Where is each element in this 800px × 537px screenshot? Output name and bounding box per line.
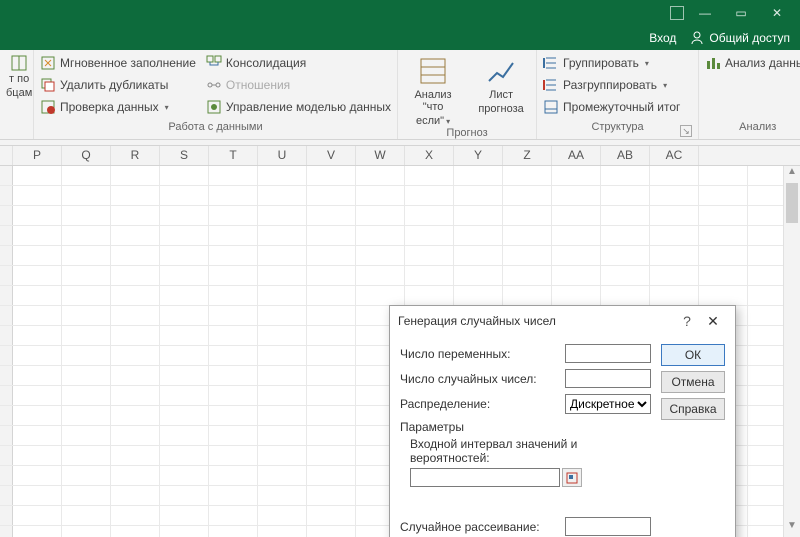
data-validation-icon [40, 99, 56, 115]
distribution-label: Распределение: [400, 397, 565, 411]
col-header[interactable]: Z [503, 146, 552, 165]
subtotal-icon [543, 99, 559, 115]
col-header[interactable]: Q [62, 146, 111, 165]
flash-fill-button[interactable]: Мгновенное заполнение [40, 52, 196, 74]
num-random-input[interactable] [565, 369, 651, 388]
ungroup-icon [543, 77, 559, 93]
login-link[interactable]: Вход [649, 31, 676, 45]
col-header[interactable]: AA [552, 146, 601, 165]
input-range-label: Входной интервал значений и вероятностей… [410, 437, 651, 465]
share-button[interactable]: Общий доступ [690, 31, 790, 45]
dropdown-icon: ▾ [165, 103, 169, 112]
cancel-button[interactable]: Отмена [661, 371, 725, 393]
ribbon: т побцам Мгновенное заполнение Удалить д… [0, 50, 800, 140]
remove-duplicates-button[interactable]: Удалить дубликаты [40, 74, 196, 96]
data-model-icon [206, 99, 222, 115]
num-random-label: Число случайных чисел: [400, 372, 565, 386]
flash-fill-icon [40, 55, 56, 71]
group-icon [543, 55, 559, 71]
col-header[interactable]: AC [650, 146, 699, 165]
distribution-select[interactable]: Дискретное [565, 394, 651, 414]
close-icon[interactable]: ✕ [699, 310, 727, 333]
vertical-scrollbar[interactable]: ▲ ▼ [783, 166, 800, 537]
group-caption: Анализ [739, 121, 776, 133]
consolidate-button[interactable]: Консолидация [206, 52, 391, 74]
col-header[interactable]: Y [454, 146, 503, 165]
col-header[interactable]: P [13, 146, 62, 165]
col-header[interactable]: T [209, 146, 258, 165]
col-header[interactable]: U [258, 146, 307, 165]
dialog-title: Генерация случайных чисел [398, 314, 675, 328]
columns-table-icon [11, 55, 27, 71]
manage-data-model-button[interactable]: Управление моделью данных [206, 96, 391, 118]
relationships-icon [206, 77, 222, 93]
help-button[interactable]: Справка [661, 398, 725, 420]
group-rows-button[interactable]: Группировать▾ [543, 52, 680, 74]
ok-button[interactable]: ОК [661, 344, 725, 366]
spreadsheet-grid[interactable]: // produce empty rows inline after JSON … [0, 166, 800, 537]
data-validation-button[interactable]: Проверка данных▾ [40, 96, 196, 118]
close-window-button[interactable]: ✕ [762, 2, 792, 24]
account-bar: Вход Общий доступ [0, 26, 800, 50]
whatif-analysis-button[interactable]: Анализ "чтоесли"▾ [404, 52, 462, 127]
data-analysis-button[interactable]: Анализ данных [705, 52, 800, 74]
col-header[interactable]: AB [601, 146, 650, 165]
forecast-sheet-button[interactable]: Листпрогноза [472, 52, 530, 127]
scroll-down-icon[interactable]: ▼ [784, 520, 800, 537]
col-header[interactable]: V [307, 146, 356, 165]
col-header[interactable]: X [405, 146, 454, 165]
col-header[interactable]: R [111, 146, 160, 165]
minimize-button[interactable]: — [690, 2, 720, 24]
grid-row[interactable] [0, 206, 800, 226]
dialog-titlebar[interactable]: Генерация случайных чисел ? ✕ [390, 306, 735, 336]
ribbon-display-options-icon[interactable] [670, 6, 684, 20]
grid-row[interactable] [0, 186, 800, 206]
num-variables-label: Число переменных: [400, 347, 565, 361]
input-range-input[interactable] [410, 468, 560, 487]
restore-button[interactable]: ▭ [726, 2, 756, 24]
forecast-icon [485, 55, 517, 87]
window-titlebar: — ▭ ✕ [0, 0, 800, 26]
seed-input[interactable] [565, 517, 651, 536]
seed-label: Случайное рассеивание: [400, 520, 565, 534]
grid-row[interactable] [0, 246, 800, 266]
col-header[interactable]: W [356, 146, 405, 165]
ungroup-rows-button[interactable]: Разгруппировать▾ [543, 74, 680, 96]
analysis-icon [705, 55, 721, 71]
dialog-launcher-icon[interactable]: ↘ [680, 125, 692, 137]
range-picker-icon[interactable] [562, 468, 582, 487]
grid-row[interactable] [0, 286, 800, 306]
person-icon [690, 31, 704, 45]
remove-duplicates-icon [40, 77, 56, 93]
consolidate-icon [206, 55, 222, 71]
random-number-generation-dialog: Генерация случайных чисел ? ✕ Число пере… [389, 305, 736, 537]
scroll-up-icon[interactable]: ▲ [784, 166, 800, 183]
subtotal-button[interactable]: Промежуточный итог [543, 96, 680, 118]
scroll-thumb[interactable] [786, 183, 798, 223]
column-headers: P Q R S T U V W X Y Z AA AB AC [0, 146, 800, 166]
relationships-button[interactable]: Отношения [206, 74, 391, 96]
group-caption: Работа с данными [168, 121, 262, 133]
grid-row[interactable] [0, 166, 800, 186]
whatif-icon [417, 55, 449, 87]
num-variables-input[interactable] [565, 344, 651, 363]
grid-row[interactable] [0, 226, 800, 246]
text-to-columns-button[interactable]: т побцам [6, 52, 32, 121]
parameters-heading: Параметры [400, 420, 651, 434]
group-caption: Структура [591, 121, 643, 133]
col-header[interactable]: S [160, 146, 209, 165]
grid-row[interactable] [0, 266, 800, 286]
help-icon[interactable]: ? [675, 313, 699, 329]
group-caption: Прогноз [446, 127, 487, 139]
